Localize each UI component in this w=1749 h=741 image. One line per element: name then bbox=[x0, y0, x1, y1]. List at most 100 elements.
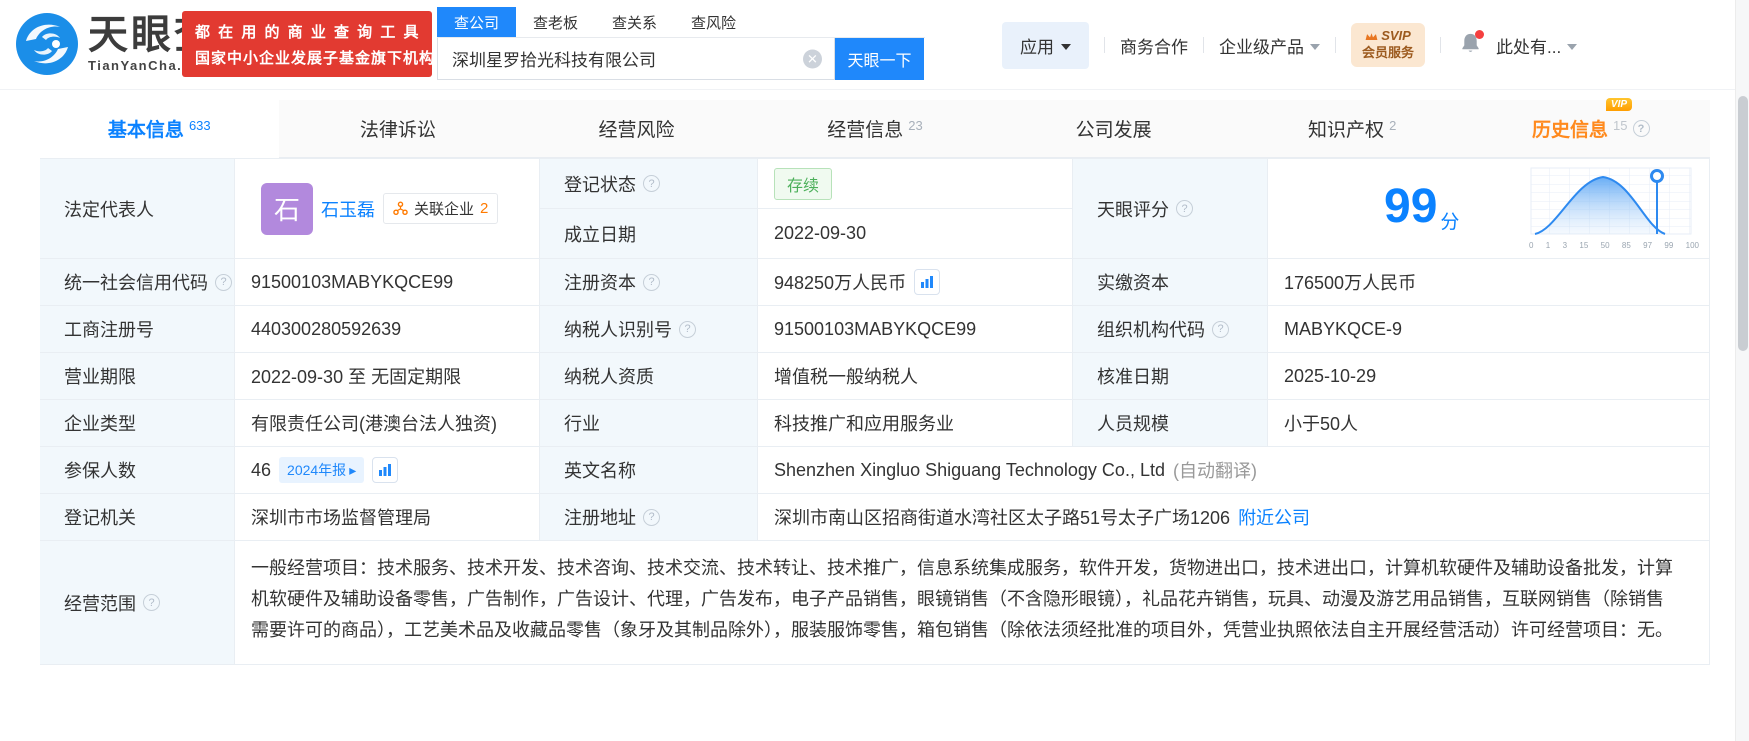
table-row: 统一社会信用代码 ? 91500103MABYKQCE99 注册资本 ? 948… bbox=[40, 259, 1710, 306]
field-value-taxpayer-quality: 增值税一般纳税人 bbox=[758, 353, 1073, 400]
notification-bell-icon[interactable] bbox=[1460, 29, 1485, 59]
search-tab-company[interactable]: 查公司 bbox=[437, 7, 517, 37]
tab-label: 法律诉讼 bbox=[359, 120, 436, 141]
field-label-staff-size: 人员规模 bbox=[1073, 400, 1268, 447]
tab-label: 经营风险 bbox=[598, 120, 675, 141]
nearby-companies-link[interactable]: 附近公司 bbox=[1238, 504, 1310, 530]
header-nav: 应用 商务合作 企业级产品 SVIP 会员服务 此处有... bbox=[1002, 0, 1578, 90]
tab-history-info[interactable]: 历史信息 VIP 15 ? bbox=[1471, 98, 1711, 158]
nav-divider bbox=[1440, 37, 1442, 53]
field-label-taxpayer-id: 纳税人识别号 ? bbox=[540, 306, 758, 353]
field-value-english-name: Shenzhen Xingluo Shiguang Technology Co.… bbox=[758, 447, 1710, 494]
capital-trend-button[interactable] bbox=[914, 269, 941, 295]
tab-operating-risk[interactable]: 经营风险 bbox=[517, 100, 756, 158]
tab-count: 15 bbox=[1613, 118, 1628, 133]
help-icon[interactable]: ? bbox=[1212, 320, 1229, 338]
nav-business-cooperation[interactable]: 商务合作 bbox=[1120, 33, 1188, 58]
nav-enterprise-products[interactable]: 企业级产品 bbox=[1219, 33, 1320, 58]
field-label-reg-no: 工商注册号 bbox=[40, 306, 235, 353]
search-module: 查公司 查老板 查关系 查风险 ✕ 天眼一下 bbox=[437, 7, 925, 80]
user-name: 此处有... bbox=[1496, 37, 1562, 57]
field-value-address: 深圳市南山区招商街道水湾社区太子路51号太子广场1206 附近公司 bbox=[758, 494, 1710, 541]
score-curve bbox=[1530, 167, 1692, 235]
field-label-reg-capital: 注册资本 ? bbox=[540, 259, 758, 306]
field-label-term: 营业期限 bbox=[40, 353, 235, 400]
tab-count: 633 bbox=[188, 118, 211, 133]
search-tab-boss[interactable]: 查老板 bbox=[516, 7, 595, 37]
field-value-reg-status: 存续 bbox=[758, 159, 1073, 209]
field-value-taxpayer-id: 91500103MABYKQCE99 bbox=[758, 306, 1073, 353]
table-row: 参保人数 46 2024年报 ▸ 英文名称 Shenzhen Xingluo S… bbox=[40, 447, 1710, 494]
field-label-usci: 统一社会信用代码 ? bbox=[40, 259, 235, 306]
search-button[interactable]: 天眼一下 bbox=[835, 38, 924, 80]
tab-label: 公司发展 bbox=[1075, 120, 1152, 141]
field-label-taxpayer-quality: 纳税人资质 bbox=[540, 353, 758, 400]
field-label-legal-rep: 法定代表人 bbox=[40, 159, 235, 259]
help-icon[interactable]: ? bbox=[643, 175, 660, 192]
field-value-staff-size: 小于50人 bbox=[1268, 400, 1710, 447]
bar-chart-icon bbox=[379, 464, 392, 476]
help-icon[interactable]: ? bbox=[1632, 120, 1650, 137]
header: 天眼查 TianYanCha.com 都 在 用 的 商 业 查 询 工 具 国… bbox=[0, 0, 1749, 90]
nav-app-dropdown[interactable]: 应用 bbox=[1002, 21, 1089, 69]
nav-user-menu[interactable]: 此处有... bbox=[1496, 33, 1578, 58]
tianyancha-logo-icon bbox=[16, 13, 78, 75]
tab-count: 2 bbox=[1389, 118, 1397, 133]
tab-basic-info[interactable]: 基本信息 633 bbox=[40, 100, 279, 158]
search-input[interactable] bbox=[438, 38, 834, 79]
annual-report-chip[interactable]: 2024年报 ▸ bbox=[279, 457, 365, 483]
field-value-establish-date: 2022-09-30 bbox=[758, 209, 1073, 259]
clear-search-icon[interactable]: ✕ bbox=[803, 49, 822, 68]
table-row: 工商注册号 440300280592639 纳税人识别号 ? 91500103M… bbox=[40, 306, 1710, 353]
search-tab-risk[interactable]: 查风险 bbox=[674, 7, 753, 37]
svip-label: SVIP bbox=[1381, 28, 1411, 44]
field-label-industry: 行业 bbox=[540, 400, 758, 447]
tab-label: 历史信息 bbox=[1532, 120, 1609, 141]
field-value-score: 99 分 0 1 3 15 50 85 97 99 100 bbox=[1268, 159, 1710, 259]
chevron-right-icon: ▸ bbox=[349, 461, 357, 478]
field-value-industry: 科技推广和应用服务业 bbox=[758, 400, 1073, 447]
page-scrollbar bbox=[1735, 0, 1749, 741]
basic-info-table: 法定代表人 石 石玉磊 关联企业 2 登记状态 ? 存续 成立日期 2022-0… bbox=[40, 158, 1710, 665]
help-icon[interactable]: ? bbox=[643, 508, 660, 526]
score-axis: 0 1 3 15 50 85 97 99 100 bbox=[1529, 241, 1699, 250]
field-value-insured: 46 2024年报 ▸ bbox=[235, 447, 540, 494]
field-value-term: 2022-09-30 至 无固定期限 bbox=[235, 353, 540, 400]
tab-company-development[interactable]: 公司发展 bbox=[994, 100, 1233, 158]
help-icon[interactable]: ? bbox=[643, 273, 660, 291]
table-row: 营业期限 2022-09-30 至 无固定期限 纳税人资质 增值税一般纳税人 核… bbox=[40, 353, 1710, 400]
search-tab-relation[interactable]: 查关系 bbox=[595, 7, 674, 37]
table-row: 企业类型 有限责任公司(港澳台法人独资) 行业 科技推广和应用服务业 人员规模 … bbox=[40, 400, 1710, 447]
field-label-reg-status: 登记状态 ? bbox=[540, 159, 758, 209]
tab-count: 23 bbox=[908, 118, 923, 133]
score-value: 99 分 bbox=[1384, 180, 1460, 234]
field-value-org-code: MABYKQCE-9 bbox=[1268, 306, 1710, 353]
field-label-score: 天眼评分 ? bbox=[1073, 159, 1268, 259]
insured-trend-button[interactable] bbox=[372, 457, 399, 483]
help-icon[interactable]: ? bbox=[1176, 200, 1193, 217]
legal-rep-avatar[interactable]: 石 bbox=[261, 182, 313, 235]
nav-divider bbox=[1335, 37, 1336, 53]
search-row: ✕ 天眼一下 bbox=[437, 38, 925, 80]
help-icon[interactable]: ? bbox=[679, 320, 696, 338]
nav-divider bbox=[1104, 37, 1105, 53]
vip-badge: VIP bbox=[1605, 98, 1633, 111]
nav-app-label: 应用 bbox=[1020, 37, 1054, 57]
slogan-line2: 国家中小企业发展子基金旗下机构 bbox=[195, 49, 436, 67]
tab-lawsuits[interactable]: 法律诉讼 bbox=[278, 100, 518, 158]
field-value-reg-capital: 948250万人民币 bbox=[758, 259, 1073, 306]
field-label-approve-date: 核准日期 bbox=[1073, 353, 1268, 400]
tab-operating-info[interactable]: 经营信息 23 bbox=[755, 100, 995, 158]
help-icon[interactable]: ? bbox=[143, 594, 160, 611]
related-count: 2 bbox=[480, 200, 489, 217]
score-distribution-chart: 0 1 3 15 50 85 97 99 100 bbox=[1529, 167, 1699, 250]
tab-intellectual-property[interactable]: 知识产权 2 bbox=[1232, 100, 1472, 158]
field-label-address: 注册地址 ? bbox=[540, 494, 758, 541]
related-companies-badge[interactable]: 关联企业 2 bbox=[383, 193, 499, 224]
chevron-down-icon bbox=[1310, 43, 1320, 50]
scrollbar-thumb[interactable] bbox=[1738, 96, 1748, 351]
legal-rep-name-link[interactable]: 石玉磊 bbox=[321, 196, 375, 222]
help-icon[interactable]: ? bbox=[215, 273, 232, 291]
svip-member-badge[interactable]: SVIP 会员服务 bbox=[1351, 23, 1426, 67]
svip-sublabel: 会员服务 bbox=[1362, 45, 1415, 60]
